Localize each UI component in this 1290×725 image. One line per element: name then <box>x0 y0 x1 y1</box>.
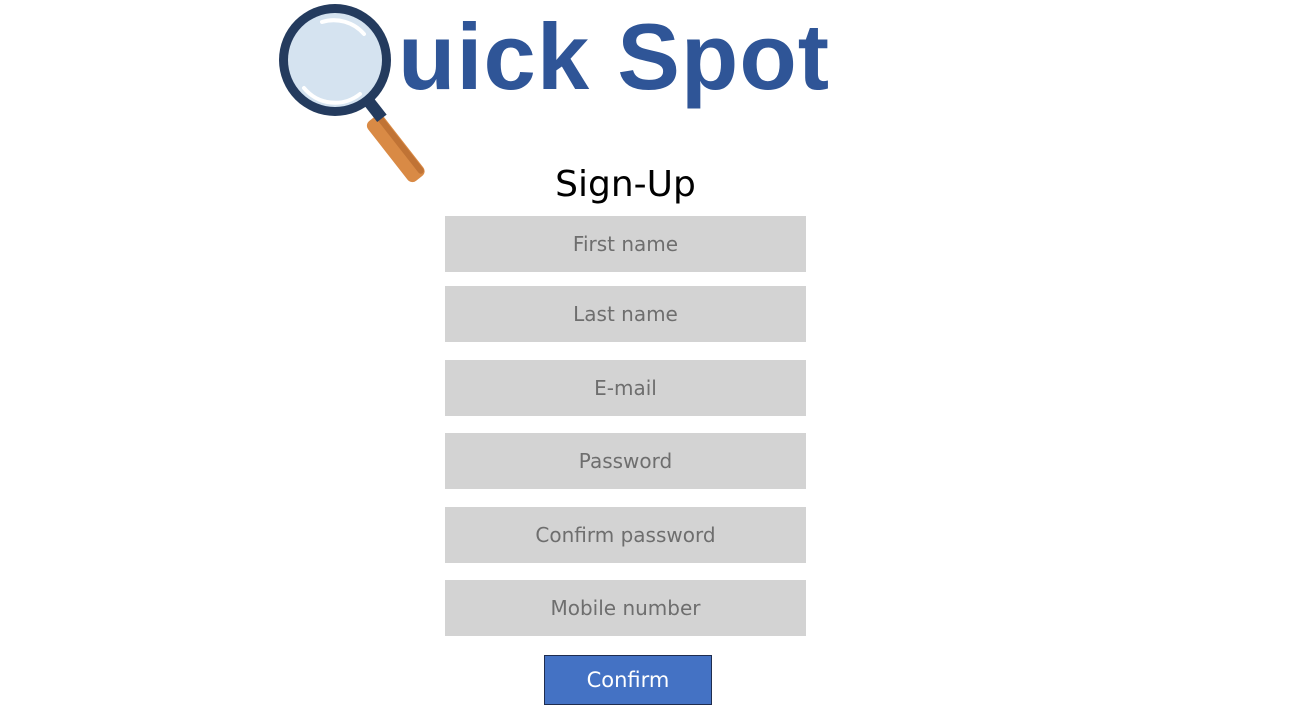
first-name-field[interactable] <box>445 216 806 272</box>
mobile-number-field[interactable] <box>445 580 806 636</box>
password-field[interactable] <box>445 433 806 489</box>
last-name-field[interactable] <box>445 286 806 342</box>
email-field[interactable] <box>445 360 806 416</box>
confirm-button[interactable]: Confirm <box>544 655 712 705</box>
page-title: Sign-Up <box>555 164 696 205</box>
confirm-password-field[interactable] <box>445 507 806 563</box>
logo-wordmark: uick Spot <box>398 4 831 109</box>
